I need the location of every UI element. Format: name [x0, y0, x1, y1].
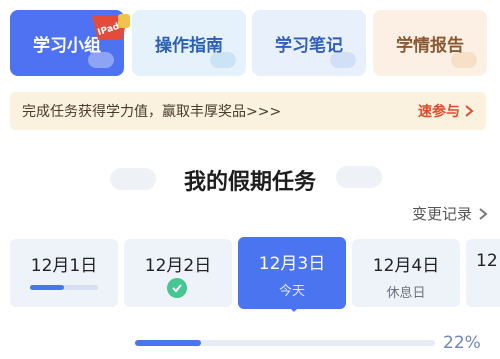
day-date: 12月1日: [30, 256, 98, 276]
tab-study-group[interactable]: 学习小组 IPad: [10, 10, 130, 76]
promo-banner[interactable]: 完成任务获得学力值，赢取丰厚奖品>>> 速参与: [10, 92, 486, 130]
day-card-dec5[interactable]: 12: [466, 239, 500, 307]
day-card-dec3[interactable]: 12月3日 今天: [238, 237, 346, 309]
check-circle-icon: [167, 278, 187, 298]
day-progress-track: [30, 285, 98, 290]
tab-label: 操作指南: [155, 35, 223, 56]
tab-report[interactable]: 学情报告: [373, 10, 487, 76]
chevron-right-icon: [465, 105, 474, 117]
day-date: 12月4日: [372, 256, 440, 276]
day-date: 12月2日: [144, 256, 212, 276]
join-now-button[interactable]: 速参与: [418, 101, 474, 121]
ipad-ribbon-badge: IPad: [92, 14, 130, 40]
day-card-dec4[interactable]: 12月4日 休息日: [352, 239, 460, 307]
overall-progress-fill: [135, 340, 201, 346]
tab-decoration: [451, 52, 477, 68]
overall-progress-label: 22%: [443, 333, 481, 353]
day-date: 12: [476, 251, 498, 271]
tab-notes[interactable]: 学习笔记: [252, 10, 366, 76]
day-sub: 休息日: [386, 286, 426, 301]
history-label: 变更记录: [411, 205, 472, 223]
tab-decoration: [330, 52, 356, 68]
active-day-pointer: [288, 306, 300, 312]
tab-decoration: [88, 52, 114, 68]
day-date: 12月3日: [258, 254, 326, 274]
day-card-dec1[interactable]: 12月1日: [10, 239, 118, 307]
tab-guide[interactable]: 操作指南: [132, 10, 246, 76]
chevron-right-icon: [479, 207, 488, 220]
join-now-label: 速参与: [418, 104, 460, 120]
promo-text: 完成任务获得学力值，赢取丰厚奖品>>>: [22, 104, 282, 120]
overall-progress-track: [135, 340, 435, 346]
section-title: 我的假期任务: [183, 170, 316, 195]
day-sub: 今天: [278, 284, 305, 299]
tab-decoration: [210, 52, 236, 68]
change-history-link[interactable]: 变更记录: [412, 203, 488, 224]
tab-label: 学习笔记: [275, 35, 343, 56]
tab-label: 学情报告: [396, 35, 464, 56]
day-progress-fill: [30, 285, 64, 290]
